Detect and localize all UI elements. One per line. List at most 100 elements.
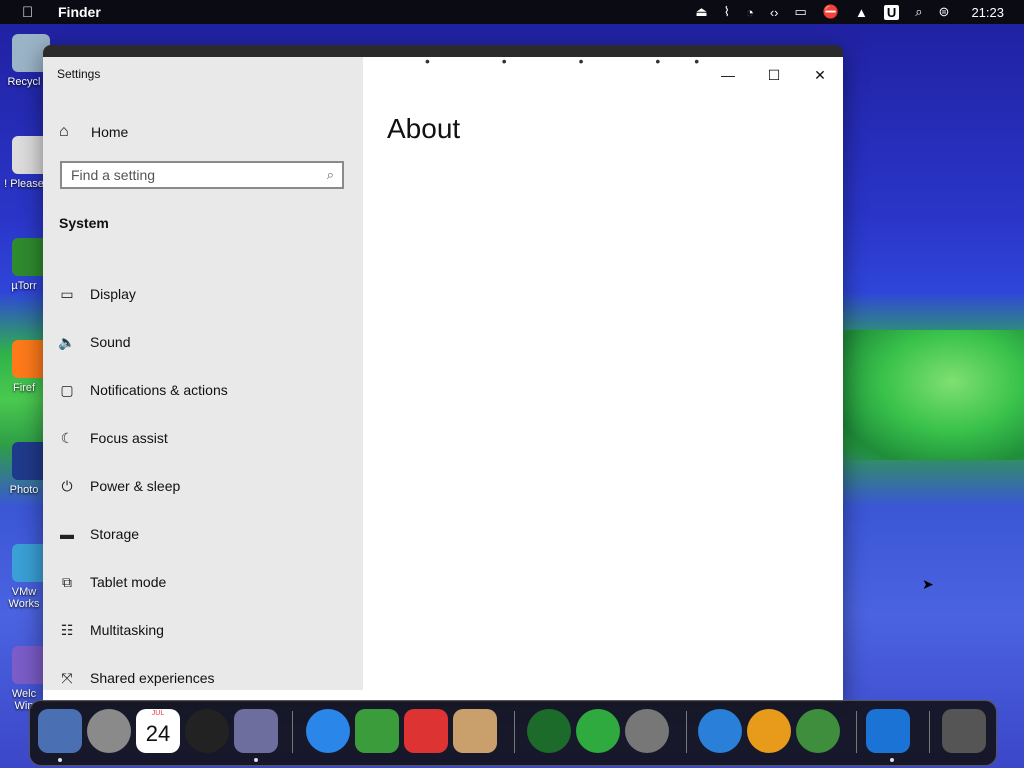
menubar-clock[interactable]: 21:23 [971,5,1004,20]
dock-running-indicator [254,758,258,762]
home-nav-item[interactable]: ⌂ Home [59,121,128,143]
dock-utorrent-icon[interactable] [355,709,399,753]
wallpaper-hill [843,330,1024,460]
desktop-icon[interactable]: ! Please [0,136,50,190]
search-input[interactable] [62,166,313,184]
sidebar-item-icon: ☷ [60,621,74,638]
home-label: Home [91,124,129,140]
sidebar-item[interactable]: ⤧ Shared experiences [43,658,363,698]
pie-icon[interactable]: ◔ [746,5,754,20]
maximize-icon: ☐ [767,66,781,83]
desktop-icon-label: ! Please [4,178,44,190]
dock-separator [856,711,857,753]
dock-group-icon[interactable] [796,709,840,753]
dock-parallels-icon[interactable] [404,709,448,753]
sidebar-item-icon: ☾ [60,429,74,446]
menu-bar:  Finder ⏏ ⌇ ◔ ‹› ▭ ⛔ ▲ U ⌕ ⊜ 21:23 [0,0,1024,24]
desktop-icon[interactable]: Firef [0,340,50,394]
window-title: Settings [57,67,101,81]
sidebar-item[interactable]: 🔈 Sound [43,322,363,362]
maximize-button[interactable]: ☐ [751,61,797,89]
desktop-icon[interactable]: Photo [0,442,50,496]
desktop-icon[interactable]: Recycl [0,34,50,88]
sidebar-item-label: Storage [90,526,140,542]
sidebar-item-label: Shared experiences [90,670,215,686]
desktop-icon-label: VMw Works [8,586,40,610]
settings-sidebar: Settings ⌂ Home ⌕ System ▭ Display 🔈 Sound ▢… [43,57,363,690]
settings-content: • • • •• About — ☐ ✕ [363,57,843,690]
sidebar-item[interactable]: ⧉ Tablet mode [43,562,363,602]
calendar-month: JUL [151,710,165,717]
brush-icon[interactable]: ⌇ [724,4,730,20]
search-icon[interactable]: ⌕ [327,167,334,183]
sidebar-item-label: Sound [90,334,131,350]
sidebar-item-label: Notifications & actions [90,382,228,398]
dock-www-icon[interactable] [698,709,742,753]
desktop-icon-label: µTorr [11,280,37,292]
dock: JUL 24 [29,700,997,766]
u-icon[interactable]: U [883,4,900,20]
code-icon[interactable]: ‹› [770,5,779,20]
dock-download-icon[interactable] [747,709,791,753]
dock-calendar-icon[interactable]: JUL 24 [136,709,180,753]
sidebar-item-label: Tablet mode [90,574,167,590]
eject2-icon[interactable]: ▲ [855,5,868,20]
dock-separator [686,711,687,753]
desktop-icon-label: Photo [9,484,39,496]
display-icon[interactable]: ▭ [795,4,807,20]
sidebar-item-label: Display [90,286,136,302]
sidebar-item[interactable]: ▭ Display [43,274,363,314]
eject-icon[interactable]: ⏏ [695,4,707,20]
sidebar-item-icon: ⧉ [62,573,72,590]
dock-clock-icon[interactable] [185,709,229,753]
dock-launchpad-icon[interactable] [87,709,131,753]
desktop-icon-label: Firef [13,382,35,394]
sidebar-item-icon: ⤧ [61,669,73,686]
sidebar-item[interactable]: ▢ Notifications & actions [43,370,363,410]
dock-separator [292,711,293,753]
sidebar-item-icon: ▬ [60,526,74,542]
dock-link-icon[interactable] [576,709,620,753]
minimize-icon: — [721,67,735,83]
home-icon: ⌂ [59,123,69,140]
calendar-day: 24 [145,721,171,746]
sidebar-item-label: Multitasking [90,622,164,638]
sidebar-item[interactable]: ☷ Multitasking [43,610,363,650]
sidebar-item-icon: ⏻ [61,477,73,494]
dock-siri-icon[interactable] [234,709,278,753]
nosignal-icon[interactable]: ⛔ [823,4,839,20]
drag-dots: • • • •• [425,53,734,69]
close-icon: ✕ [814,66,826,83]
search-box[interactable]: ⌕ [60,161,344,189]
dock-separator [929,711,930,753]
sidebar-item-icon: 🔈 [58,333,76,350]
dock-separator [514,711,515,753]
dock-safari-icon[interactable] [306,709,350,753]
mouse-cursor-icon: ➤ [922,576,934,592]
dock-running-indicator [58,758,62,762]
dock-preview-icon[interactable] [453,709,497,753]
section-heading: System [59,215,109,231]
dock-finder-icon[interactable] [38,709,82,753]
dock-collabsysos-icon[interactable] [527,709,571,753]
settings-window: Settings ⌂ Home ⌕ System ▭ Display 🔈 Sound ▢… [43,45,843,702]
sidebar-item[interactable]: ⏻ Power & sleep [43,466,363,506]
page-title: About [387,113,461,144]
close-button[interactable]: ✕ [797,61,843,89]
sidebar-item[interactable]: ▬ Storage [43,514,363,554]
search-icon[interactable]: ⌕ [915,4,922,20]
sidebar-item-label: Focus assist [90,430,168,446]
desktop-icon[interactable]: µTorr [0,238,50,292]
minimize-button[interactable]: — [705,61,751,89]
apple-icon[interactable]:  [22,4,36,21]
dock-trash-icon[interactable] [942,709,986,753]
sidebar-item[interactable]: ☾ Focus assist [43,418,363,458]
dock-settings-icon[interactable] [866,709,910,753]
dock-running-indicator [890,758,894,762]
app-name-menu[interactable]: Finder [58,4,101,20]
sidebar-item-icon: ▢ [60,381,74,398]
desktop-icon[interactable]: VMw Works [0,544,50,610]
sidebar-item-icon: ▭ [60,285,74,302]
dock-utilities-icon[interactable] [625,709,669,753]
control-center-icon[interactable]: ⊜ [939,4,950,20]
